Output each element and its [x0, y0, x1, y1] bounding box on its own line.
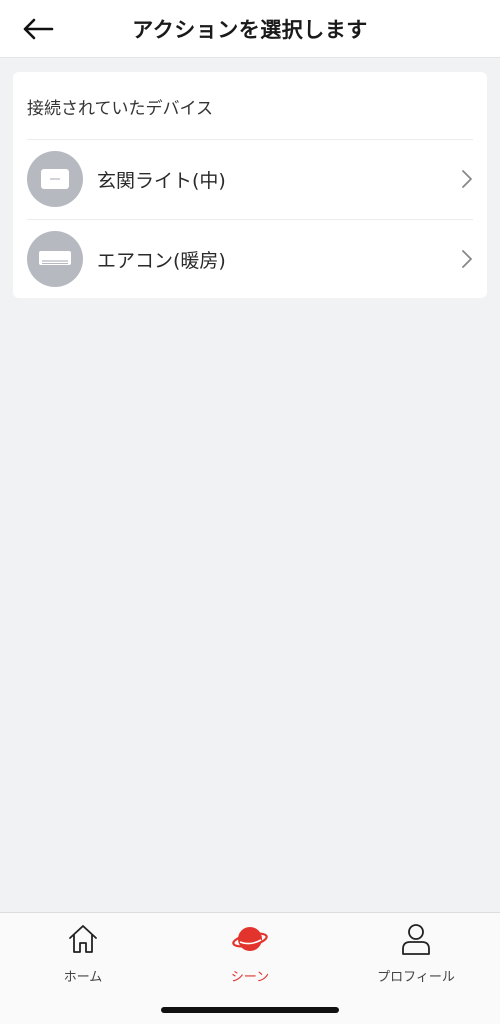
connected-devices-card: 接続されていたデバイス 玄関ライト(中) エアコン(暖房) [13, 72, 487, 298]
section-heading: 接続されていたデバイス [27, 99, 213, 119]
scene-planet-icon [232, 927, 268, 951]
tab-label: シーン [230, 970, 270, 985]
tab-label: ホーム [63, 970, 103, 985]
chevron-right-icon [462, 250, 472, 268]
light-panel-icon [41, 169, 69, 189]
chevron-right-icon [462, 170, 472, 188]
air-conditioner-icon [39, 251, 71, 265]
tab-label: プロフィール [377, 970, 455, 985]
device-avatar [27, 231, 83, 287]
page-title: アクションを選択します [132, 18, 368, 42]
device-avatar [27, 151, 83, 207]
tab-home[interactable]: ホーム [13, 921, 153, 991]
device-label: エアコン(暖房) [97, 250, 226, 272]
home-icon [69, 925, 97, 953]
tab-profile[interactable]: プロフィール [346, 921, 486, 991]
tab-scene[interactable]: シーン [180, 921, 320, 991]
header-bar: アクションを選択します [0, 0, 500, 58]
device-row-entrance-light[interactable]: 玄関ライト(中) [13, 139, 487, 219]
device-label: 玄関ライト(中) [97, 170, 226, 192]
profile-icon [402, 924, 430, 955]
home-indicator [161, 1007, 339, 1013]
device-row-air-conditioner[interactable]: エアコン(暖房) [13, 219, 487, 299]
